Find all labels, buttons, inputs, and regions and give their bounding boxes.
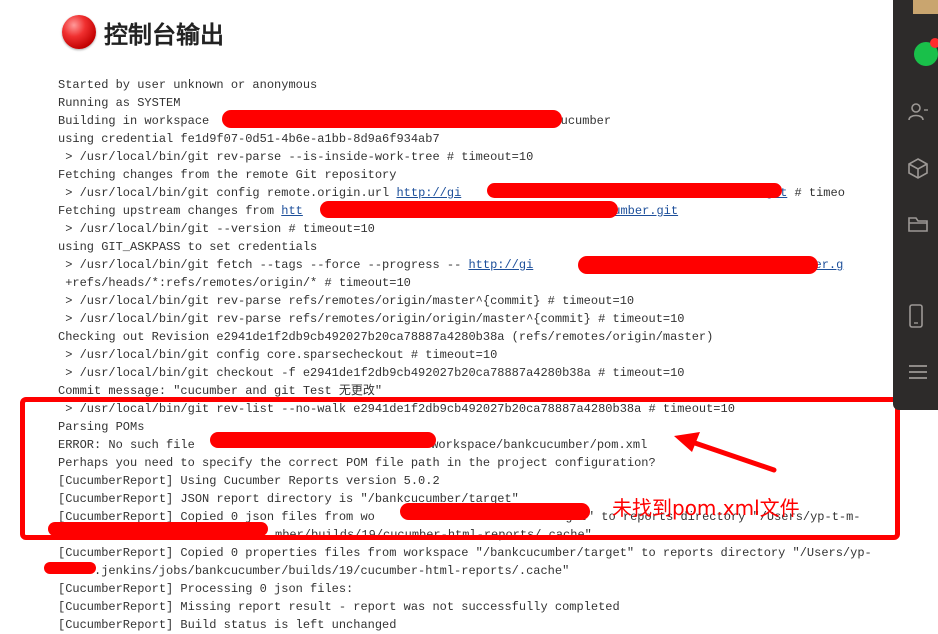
menu-icon[interactable] <box>893 358 938 386</box>
log-line: > /usr/local/bin/git rev-parse --is-insi… <box>58 150 534 164</box>
repo-url-link[interactable]: htt <box>281 204 303 218</box>
log-line: [CucumberReport] Processing 0 json files… <box>58 582 354 596</box>
repo-url-link[interactable]: http://gi <box>396 186 461 200</box>
red-ball-icon <box>62 15 96 49</box>
log-line: [CucumberReport] Build status is left un… <box>58 618 397 632</box>
missing-pom-annotation: 未找到pom.xml文件 <box>612 496 800 520</box>
log-line: > /usr/local/bin/git rev-parse refs/remo… <box>58 312 685 326</box>
log-line: Fetching changes from the remote Git rep… <box>58 168 397 182</box>
folder-icon[interactable] <box>893 210 938 238</box>
console-log: Started by user unknown or anonymous Run… <box>58 76 938 634</box>
avatar[interactable] <box>913 0 938 14</box>
console-output-header: 控制台输出 <box>62 12 224 52</box>
log-line: > /usr/local/bin/git --version # timeout… <box>58 222 375 236</box>
log-line: .jenkins/jobs/bankcucumber/builds/19/cuc… <box>94 564 570 578</box>
page-title: 控制台输出 <box>104 20 224 49</box>
log-line: > /usr/local/bin/git checkout -f e2941de… <box>58 366 685 380</box>
log-line: > /usr/local/bin/git rev-parse refs/remo… <box>58 294 635 308</box>
log-line: [CucumberReport] Missing report result -… <box>58 600 620 614</box>
log-line: +refs/heads/*:refs/remotes/origin/* # ti… <box>58 276 411 290</box>
log-line: > /usr/local/bin/git config core.sparsec… <box>58 348 498 362</box>
contacts-icon[interactable] <box>893 98 938 126</box>
redaction-mark <box>320 201 618 218</box>
redaction-mark <box>487 183 782 198</box>
log-line: using GIT_ASKPASS to set credentials <box>58 240 318 254</box>
log-line: Started by user unknown or anonymous <box>58 78 318 92</box>
log-line: Checking out Revision e2941de1f2db9cb492… <box>58 330 714 344</box>
arrow-icon <box>674 432 777 473</box>
cube-icon[interactable] <box>893 154 938 182</box>
phone-icon[interactable] <box>893 302 938 330</box>
redaction-mark <box>44 562 96 574</box>
log-line: using credential fe1d9f07-0d51-4b6e-a1bb… <box>58 132 440 146</box>
redaction-mark <box>222 110 562 128</box>
notification-dot <box>930 38 938 48</box>
repo-url-link[interactable]: http://gi <box>468 258 533 272</box>
redaction-mark <box>578 256 818 274</box>
log-line: [CucumberReport] Copied 0 properties fil… <box>58 546 872 560</box>
